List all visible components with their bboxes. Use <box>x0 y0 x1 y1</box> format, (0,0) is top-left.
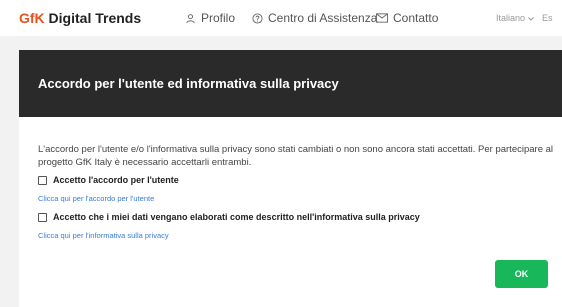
language-selector[interactable]: Italiano <box>496 13 534 23</box>
language-option-partial[interactable]: Es <box>542 13 553 23</box>
nav-help-link[interactable]: Centro di Assistenza <box>252 11 377 25</box>
nav-contact-label: Contatto <box>393 11 439 25</box>
intro-text: L'accordo per l'utente e/o l'informativa… <box>38 144 554 168</box>
card-header: Accordo per l'utente ed informativa sull… <box>19 50 562 117</box>
brand-name: Digital Trends <box>44 10 142 26</box>
envelope-icon <box>376 13 388 23</box>
card-body: L'accordo per l'utente e/o l'informativa… <box>19 117 562 240</box>
brand-accent: GfK <box>19 10 45 26</box>
terms-link[interactable]: Clicca qui per l'accordo per l'utente <box>38 194 562 203</box>
top-navigation-bar: GfK Digital Trends Profilo Centro di Ass… <box>0 0 562 36</box>
terms-checkbox[interactable] <box>38 175 47 185</box>
chevron-down-icon <box>528 13 534 23</box>
privacy-checkbox[interactable] <box>38 212 47 222</box>
question-circle-icon <box>252 12 263 24</box>
nav-contact-link[interactable]: Contatto <box>376 11 438 25</box>
privacy-checkbox-row[interactable]: Accetto che i miei dati vengano elaborat… <box>38 212 562 222</box>
nav-help-label: Centro di Assistenza <box>268 11 378 25</box>
brand-logo[interactable]: GfK Digital Trends <box>19 10 141 26</box>
nav-profile-link[interactable]: Profilo <box>185 11 235 25</box>
ok-button[interactable]: OK <box>495 260 548 288</box>
page-title: Accordo per l'utente ed informativa sull… <box>38 76 339 91</box>
nav-profile-label: Profilo <box>201 11 236 25</box>
privacy-agreement-card: Accordo per l'utente ed informativa sull… <box>19 50 562 307</box>
user-icon <box>185 13 196 24</box>
privacy-checkbox-label[interactable]: Accetto che i miei dati vengano elaborat… <box>53 212 420 222</box>
language-label: Italiano <box>496 13 526 23</box>
terms-checkbox-row[interactable]: Accetto l'accordo per l'utente <box>38 175 562 185</box>
terms-checkbox-label[interactable]: Accetto l'accordo per l'utente <box>53 175 179 185</box>
privacy-link[interactable]: Clicca qui per l'informativa sulla priva… <box>38 231 562 240</box>
